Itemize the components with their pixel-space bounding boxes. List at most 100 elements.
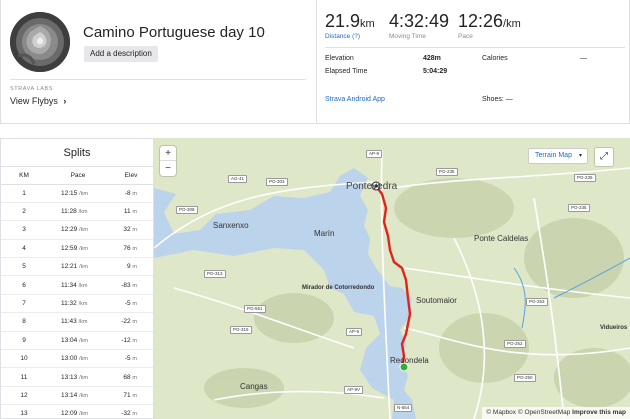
split-pace-value: 12:21 <box>61 263 78 271</box>
split-row: 10 13:00 /km -5 m <box>1 349 153 369</box>
split-km: 5 <box>1 257 47 277</box>
split-pace: 11:32 /km <box>47 294 109 314</box>
split-elev-value: 32 <box>123 226 131 234</box>
activity-title[interactable]: Camino Portuguese day 10 <box>83 24 265 41</box>
split-pace: 11:43 /km <box>47 312 109 332</box>
mapbox-attribution-link[interactable]: © Mapbox <box>486 409 516 416</box>
split-pace: 12:29 /km <box>47 220 109 240</box>
split-elev-unit: m <box>132 282 137 289</box>
split-row: 6 11:34 /km -83 m <box>1 275 153 295</box>
split-pace-value: 11:32 <box>61 300 77 308</box>
map-type-label: Terrain Map <box>535 152 572 159</box>
split-elev: 9 m <box>109 257 153 277</box>
header-elev: Elev <box>109 167 153 185</box>
place-label: Ponte Caldelas <box>474 234 529 243</box>
place-label: Redondela <box>390 356 429 365</box>
fullscreen-icon[interactable]: ⤢ <box>595 148 613 166</box>
improve-map-link[interactable]: Improve this map <box>572 409 626 416</box>
split-km: 9 <box>1 331 47 351</box>
zoom-out-button[interactable]: − <box>160 161 176 176</box>
split-pace: 11:34 /km <box>47 275 109 295</box>
activity-header-card: Camino Portuguese day 10 Add a descripti… <box>0 0 630 124</box>
split-elev: -12 m <box>109 331 153 351</box>
split-elev-unit: m <box>132 264 137 271</box>
road-shield: AP-9 <box>366 150 383 158</box>
split-elev: 11 m <box>109 202 153 222</box>
avatar[interactable] <box>10 12 70 72</box>
split-elev: 71 m <box>109 386 153 406</box>
road-shield: PO-253 <box>526 298 548 306</box>
map-type-select[interactable]: Terrain Map ▾ <box>528 148 588 164</box>
split-elev-value: 71 <box>123 391 131 399</box>
split-elev: -5 m <box>109 294 153 314</box>
route-map[interactable]: Pontevedra Sanxenxo Marín Ponte Caldelas… <box>154 138 630 419</box>
road-shield: PO-308 <box>176 206 198 214</box>
caret-down-icon: ▾ <box>578 153 582 159</box>
split-pace-value: 13:14 <box>61 391 78 399</box>
split-elev: -5 m <box>109 349 153 369</box>
split-pace-value: 12:15 <box>61 189 78 197</box>
split-row: 11 13:13 /km 68 m <box>1 367 153 387</box>
split-pace: 13:14 /km <box>47 386 109 406</box>
calories-value: — <box>580 55 587 62</box>
road-shield: PO-235 <box>436 168 458 176</box>
split-elev: -32 m <box>109 404 153 419</box>
splits-header-row: KM Pace Elev <box>1 167 153 185</box>
split-elev-unit: m <box>132 392 137 399</box>
split-pace-unit: /km <box>79 264 88 271</box>
distance-label-link[interactable]: Distance (?) <box>325 33 375 40</box>
road-shield: PO-303 <box>266 178 288 186</box>
road-shield: AP-9 <box>346 328 363 336</box>
place-label: Soutomaior <box>416 296 457 305</box>
split-elev-value: -8 <box>124 189 131 197</box>
split-pace-value: 11:34 <box>61 281 77 289</box>
split-elev: -8 m <box>109 184 153 203</box>
split-pace-unit: /km <box>78 209 88 216</box>
device-link[interactable]: Strava Android App <box>325 96 385 103</box>
split-km: 10 <box>1 349 47 369</box>
split-elev-unit: m <box>132 337 137 344</box>
split-km: 11 <box>1 367 47 387</box>
activity-stats: 21.9km Distance (?) 4:32:49 Moving Time … <box>318 0 630 124</box>
split-elev-unit: m <box>132 245 137 252</box>
pace-unit: /km <box>503 18 521 30</box>
pace-value: 12:26 <box>458 11 504 31</box>
split-km: 1 <box>1 184 47 203</box>
elapsed-time-label: Elapsed Time <box>325 68 368 75</box>
road-shield: PO-313 <box>204 270 226 278</box>
split-pace: 13:00 /km <box>47 349 109 369</box>
moving-time-value: 4:32:49 <box>389 11 450 31</box>
road-shield: PO-315 <box>230 326 252 334</box>
split-km: 2 <box>1 202 47 222</box>
split-km: 6 <box>1 275 47 295</box>
split-elev-unit: m <box>132 319 137 326</box>
split-km: 3 <box>1 220 47 240</box>
osm-attribution-link[interactable]: © OpenStreetMap <box>518 409 570 416</box>
add-description-button[interactable]: Add a description <box>84 46 158 62</box>
elapsed-time-value: 5:04:29 <box>423 68 448 75</box>
zoom-control: + − <box>160 146 176 176</box>
split-pace-unit: /km <box>79 392 88 399</box>
split-elev: -22 m <box>109 312 153 332</box>
poi-label: Mirador de Cotorredondo <box>302 285 375 291</box>
split-pace-value: 13:04 <box>61 336 78 344</box>
split-elev-value: 11 <box>123 208 131 216</box>
road-shield: PO-235 <box>568 204 590 212</box>
split-elev: 32 m <box>109 220 153 240</box>
zoom-in-button[interactable]: + <box>160 146 176 161</box>
pace-stat: 12:26/km Pace <box>458 11 521 40</box>
split-elev-value: 76 <box>123 244 131 252</box>
split-pace-unit: /km <box>79 227 88 234</box>
split-pace: 13:13 /km <box>47 367 109 387</box>
split-elev-value: -5 <box>124 355 131 363</box>
split-km: 12 <box>1 386 47 406</box>
road-shield: PO-551 <box>244 305 266 313</box>
split-elev-unit: m <box>132 411 137 418</box>
road-shield: AP-9V <box>344 386 364 394</box>
split-row: 2 11:28 /km 11 m <box>1 202 153 222</box>
rose-photo <box>10 12 70 72</box>
view-flybys-link[interactable]: View Flybys › <box>10 96 66 106</box>
split-elev-value: -22 <box>121 318 131 326</box>
split-elev-value: 9 <box>126 263 131 271</box>
split-elev: -83 m <box>109 275 153 295</box>
